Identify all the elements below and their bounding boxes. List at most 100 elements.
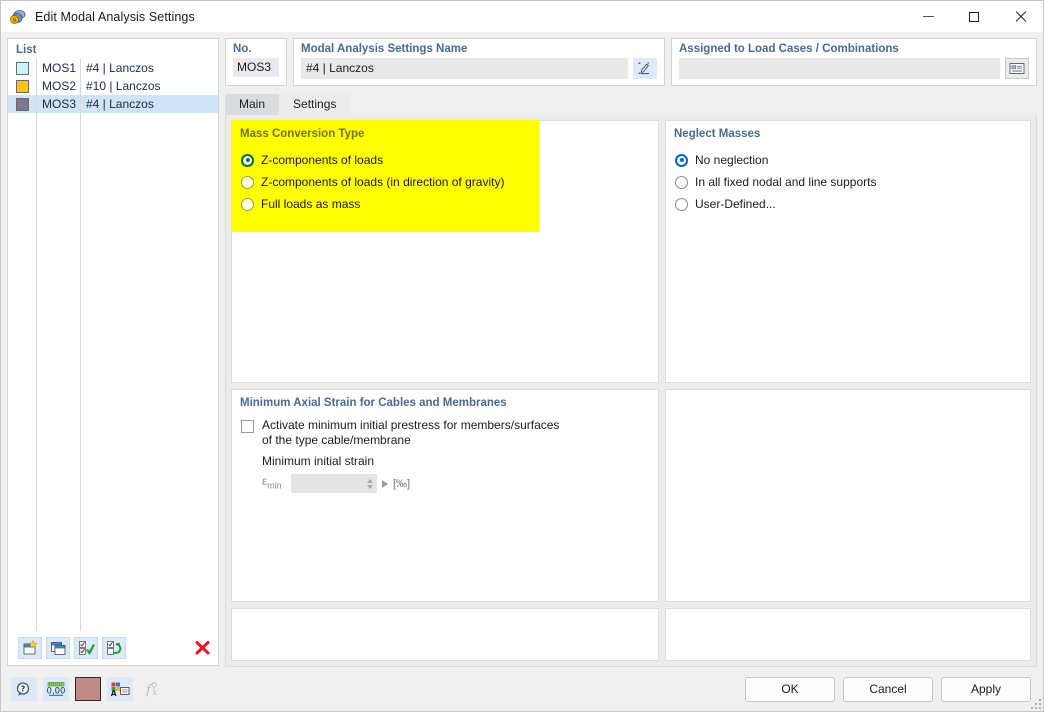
- no-field-group: No. MOS3: [225, 38, 287, 86]
- list-panel: List MOS1 #4 | Lanczos MOS2 #10 | Lanczo…: [7, 38, 219, 666]
- radio-icon: [241, 197, 254, 211]
- color-swatch-icon: [15, 79, 29, 93]
- svg-text:A: A: [111, 689, 117, 698]
- list-item-color-cell: [8, 77, 36, 95]
- list-item-description: #4 | Lanczos: [86, 97, 154, 111]
- right-empty-panel-bottom: [665, 608, 1031, 661]
- assigned-label: Assigned to Load Cases / Combinations: [679, 43, 899, 55]
- cancel-button[interactable]: Cancel: [843, 676, 933, 702]
- assigned-input[interactable]: [679, 58, 1000, 79]
- new-item-button[interactable]: [18, 637, 42, 659]
- list-rows: MOS1 #4 | Lanczos MOS2 #10 | Lanczos MOS…: [8, 59, 218, 631]
- radio-icon-selected: [675, 153, 688, 167]
- spinner-arrows[interactable]: [367, 478, 373, 489]
- minimize-icon: [922, 16, 934, 17]
- activate-prestress-checkbox[interactable]: [241, 420, 254, 433]
- select-load-cases-button[interactable]: [1005, 58, 1029, 79]
- minimum-initial-strain-label: Minimum initial strain: [262, 454, 375, 468]
- activate-prestress-label: Activate minimum initial prestress for m…: [262, 418, 559, 448]
- copy-item-button[interactable]: [46, 637, 70, 659]
- svg-text:?: ?: [21, 684, 26, 693]
- list-item-no: MOS2: [42, 79, 77, 93]
- apply-button[interactable]: Apply: [941, 676, 1031, 702]
- assigned-field-group: Assigned to Load Cases / Combinations: [671, 38, 1037, 86]
- minimize-button[interactable]: [905, 1, 951, 32]
- expand-arrow-icon[interactable]: [382, 479, 388, 488]
- list-item[interactable]: MOS1 #4 | Lanczos: [8, 59, 218, 77]
- display-properties-icon[interactable]: A: [107, 677, 133, 701]
- eps-min-unit: [‰]: [393, 477, 411, 490]
- list-item[interactable]: MOS2 #10 | Lanczos: [8, 77, 218, 95]
- ok-button[interactable]: OK: [745, 676, 835, 702]
- radio-z-components-gravity[interactable]: Z-components of loads (in direction of g…: [241, 171, 658, 193]
- invert-selection-button[interactable]: [102, 637, 126, 659]
- name-row: #4 | Lanczos: [301, 58, 657, 79]
- list-header: List: [16, 44, 37, 56]
- select-all-button[interactable]: [74, 637, 98, 659]
- dialog-body: List MOS1 #4 | Lanczos MOS2 #10 | Lanczo…: [1, 32, 1043, 667]
- right-empty-panel-mid: [665, 389, 1031, 602]
- radio-icon: [675, 197, 688, 211]
- name-field-group: Modal Analysis Settings Name #4 | Lanczo…: [293, 38, 665, 86]
- mass-conversion-title: Mass Conversion Type: [240, 128, 365, 140]
- activate-prestress-row[interactable]: Activate minimum initial prestress for m…: [232, 409, 658, 448]
- tab-main[interactable]: Main: [225, 94, 280, 115]
- mass-conversion-panel: Mass Conversion Type Z-components of loa…: [231, 120, 659, 383]
- tab-settings[interactable]: Settings: [279, 93, 351, 115]
- delete-item-button[interactable]: [190, 637, 214, 659]
- list-item-no: MOS3: [42, 97, 77, 111]
- neglect-masses-options: No neglection In all fixed nodal and lin…: [666, 140, 1030, 215]
- close-button[interactable]: [997, 1, 1043, 32]
- maximize-icon: [969, 11, 979, 22]
- mass-conversion-content: Mass Conversion Type Z-components of loa…: [232, 121, 658, 215]
- footer-action-buttons: OK Cancel Apply: [745, 676, 1031, 702]
- window-title: Edit Modal Analysis Settings: [35, 9, 195, 24]
- help-info-icon[interactable]: ?: [11, 677, 37, 701]
- radio-label: In all fixed nodal and line supports: [695, 175, 877, 189]
- radio-all-fixed-supports[interactable]: In all fixed nodal and line supports: [675, 171, 1030, 193]
- radio-icon: [675, 175, 688, 189]
- decimal-places-icon[interactable]: 0,00: [43, 677, 69, 701]
- list-item-selected[interactable]: MOS3 #4 | Lanczos: [8, 95, 218, 113]
- radio-full-loads-as-mass[interactable]: Full loads as mass: [241, 193, 658, 215]
- color-swatch-icon[interactable]: [75, 677, 101, 701]
- edit-name-button[interactable]: [633, 58, 657, 79]
- title-bar: 6 Edit Modal Analysis Settings: [1, 1, 1043, 32]
- formula-icon[interactable]: f x: [139, 677, 165, 701]
- spinner-down-icon[interactable]: [367, 484, 373, 489]
- eps-min-subscript: min: [267, 480, 282, 491]
- radio-no-neglection[interactable]: No neglection: [675, 149, 1030, 171]
- eps-min-input[interactable]: [291, 474, 377, 493]
- radio-label: Z-components of loads: [261, 153, 384, 167]
- radio-user-defined[interactable]: User-Defined...: [675, 193, 1030, 215]
- name-input[interactable]: #4 | Lanczos: [301, 58, 628, 79]
- color-swatch-icon: [15, 61, 29, 75]
- activate-prestress-line1: Activate minimum initial prestress for m…: [262, 418, 560, 432]
- list-toolbar: [8, 631, 218, 665]
- footer-icon-bar: ? 0,00 A f x: [11, 677, 165, 701]
- window-controls: [905, 1, 1043, 32]
- radio-label: No neglection: [695, 153, 769, 167]
- dialog-window: 6 Edit Modal Analysis Settings List MOS1…: [0, 0, 1044, 712]
- radio-label: User-Defined...: [695, 197, 776, 211]
- activate-prestress-line2: of the type cable/membrane: [262, 433, 411, 447]
- eps-min-label: εmin: [262, 476, 282, 491]
- color-swatch-icon: [15, 97, 29, 111]
- svg-text:x: x: [152, 688, 157, 698]
- dialog-footer: ? 0,00 A f x OK Cancel Apply: [1, 667, 1043, 711]
- neglect-masses-panel: Neglect Masses No neglection In all fixe…: [665, 120, 1031, 383]
- list-item-no: MOS1: [42, 61, 77, 75]
- min-axial-strain-panel: Minimum Axial Strain for Cables and Memb…: [231, 389, 659, 602]
- right-panel: No. MOS3 Modal Analysis Settings Name #4…: [225, 38, 1037, 667]
- maximize-button[interactable]: [951, 1, 997, 32]
- eps-min-row: εmin [‰]: [232, 468, 658, 493]
- resize-grip[interactable]: [1029, 697, 1041, 709]
- radio-label: Z-components of loads (in direction of g…: [261, 175, 505, 189]
- header-fields: No. MOS3 Modal Analysis Settings Name #4…: [225, 38, 1037, 86]
- neglect-masses-title: Neglect Masses: [674, 128, 761, 140]
- spinner-up-icon[interactable]: [367, 478, 373, 483]
- radio-label: Full loads as mass: [261, 197, 361, 211]
- no-label: No.: [233, 43, 252, 55]
- radio-z-components-of-loads[interactable]: Z-components of loads: [241, 149, 658, 171]
- min-axial-strain-title: Minimum Axial Strain for Cables and Memb…: [240, 397, 507, 409]
